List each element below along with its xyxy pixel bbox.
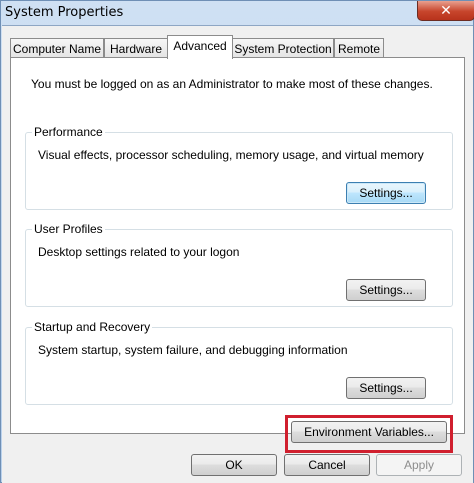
close-button[interactable]: ✕ — [417, 1, 474, 21]
advanced-tab-panel: You must be logged on as an Administrato… — [10, 57, 465, 453]
ok-button[interactable]: OK — [191, 454, 277, 476]
performance-group: Performance Visual effects, processor sc… — [25, 125, 453, 210]
window-title: System Properties — [5, 5, 124, 20]
user-profiles-description: Desktop settings related to your logon — [38, 245, 240, 259]
startup-recovery-settings-button[interactable]: Settings... — [346, 377, 426, 399]
user-profiles-settings-button[interactable]: Settings... — [346, 279, 426, 301]
performance-group-label: Performance — [32, 125, 105, 139]
user-profiles-group-label: User Profiles — [32, 222, 105, 236]
startup-recovery-group-label: Startup and Recovery — [32, 320, 153, 334]
system-properties-window: System Properties ✕ Computer Name Hardwa… — [0, 0, 474, 483]
tab-hardware[interactable]: Hardware — [104, 38, 168, 58]
startup-recovery-group: Startup and Recovery System startup, sys… — [25, 320, 453, 405]
user-profiles-group: User Profiles Desktop settings related t… — [25, 222, 453, 307]
tab-computer-name[interactable]: Computer Name — [10, 38, 104, 58]
startup-recovery-description: System startup, system failure, and debu… — [38, 343, 348, 357]
apply-button[interactable]: Apply — [376, 454, 462, 476]
environment-variables-button[interactable]: Environment Variables... — [291, 421, 447, 443]
performance-settings-button[interactable]: Settings... — [346, 182, 426, 204]
close-icon: ✕ — [440, 2, 452, 18]
performance-description: Visual effects, processor scheduling, me… — [38, 148, 424, 162]
tab-system-protection[interactable]: System Protection — [232, 38, 334, 58]
tab-remote[interactable]: Remote — [334, 38, 384, 58]
cancel-button[interactable]: Cancel — [284, 454, 370, 476]
dialog-client-area: Computer Name Hardware Advanced System P… — [2, 25, 473, 483]
tab-advanced[interactable]: Advanced — [167, 35, 233, 59]
admin-notice: You must be logged on as an Administrato… — [31, 77, 433, 91]
